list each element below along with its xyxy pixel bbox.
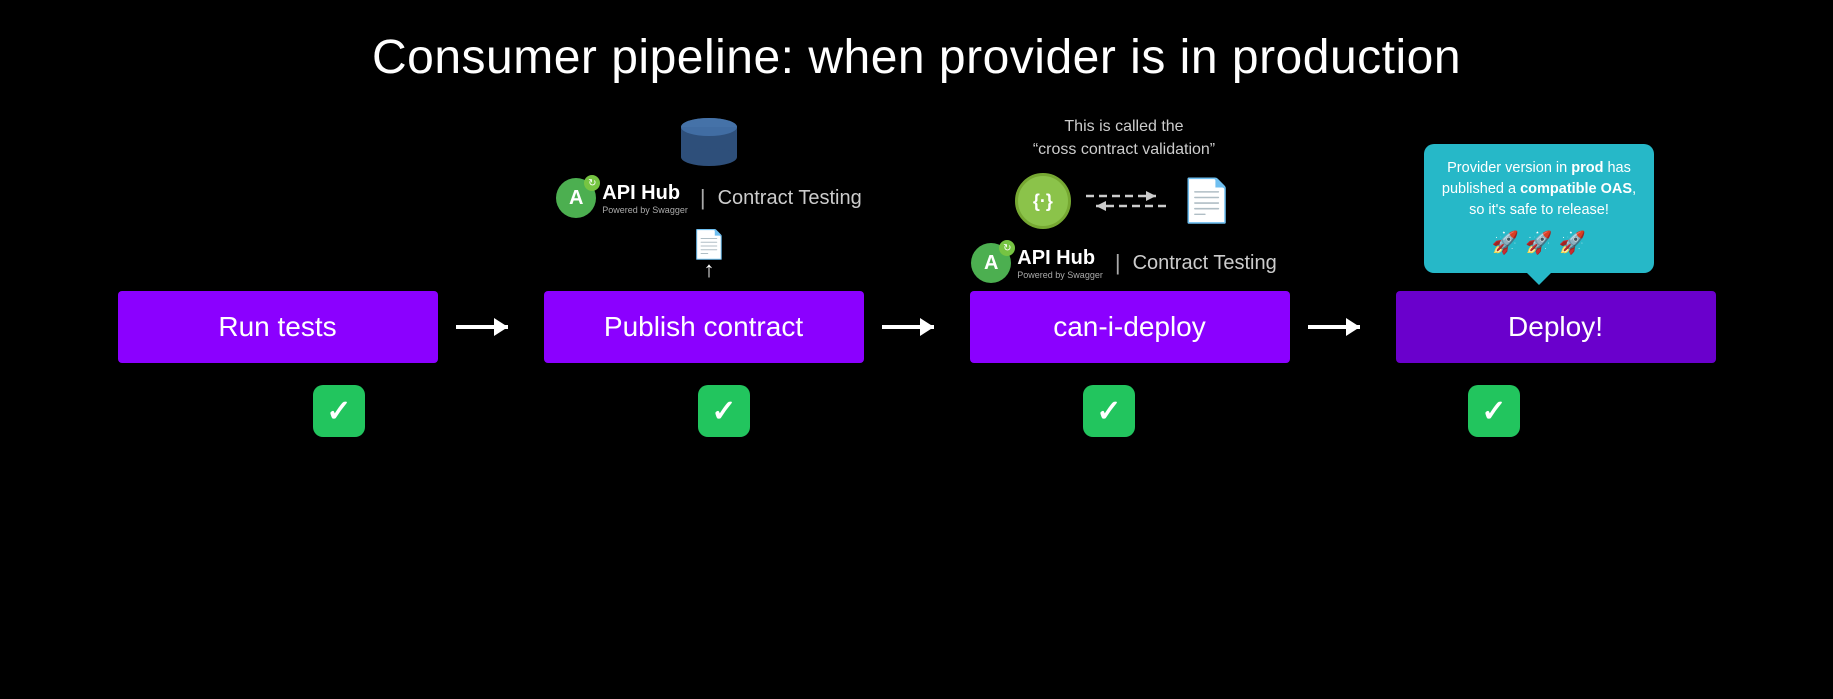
step-deploy: Deploy! [1396, 291, 1716, 363]
check-slot-1: ✓ [147, 385, 532, 437]
step-publish-contract: Publish contract [544, 291, 864, 363]
check-slot-2: ✓ [532, 385, 917, 437]
pipeline-steps: Run tests Publish contract can-i-deploy [67, 291, 1767, 363]
api-hub-badge: A ↻ [556, 178, 596, 218]
arrow-3 [1308, 312, 1378, 342]
cross-validation-text: This is called the “cross contract valid… [1033, 116, 1215, 161]
bubble-prod: prod [1571, 160, 1603, 176]
page-title: Consumer pipeline: when provider is in p… [372, 30, 1461, 85]
database-icon [679, 115, 739, 170]
upload-icon: 📄 ↑ [692, 228, 727, 283]
checkmark-3: ✓ [1083, 385, 1135, 437]
step-run-tests: Run tests [118, 291, 438, 363]
speech-bubble: Provider version in prod has published a… [1424, 144, 1654, 273]
api-hub-logo-2: A ↻ API Hub Powered by Swagger | Contrac… [971, 243, 1276, 283]
api-hub-logo: A ↻ API Hub Powered by Swagger | Contrac… [556, 178, 861, 218]
checkmarks-row: ✓ ✓ ✓ ✓ [67, 385, 1767, 437]
api-hub-badge-2: A ↻ [971, 243, 1011, 283]
checkmark-1: ✓ [313, 385, 365, 437]
annotation-publish-contract: A ↻ API Hub Powered by Swagger | Contrac… [502, 115, 917, 283]
annotation-deploy: Provider version in prod has published a… [1332, 144, 1747, 283]
annotation-can-i-deploy: This is called the “cross contract valid… [917, 116, 1332, 283]
rocket-row: 🚀 🚀 🚀 [1440, 227, 1638, 259]
pipeline-area: A ↻ API Hub Powered by Swagger | Contrac… [0, 115, 1833, 437]
checkmark-2: ✓ [698, 385, 750, 437]
arrow-2 [882, 312, 952, 342]
checkmark-4: ✓ [1468, 385, 1520, 437]
annotations-row: A ↻ API Hub Powered by Swagger | Contrac… [67, 115, 1767, 283]
arrow-1 [456, 312, 526, 342]
cross-validation-icons: {·} [1015, 173, 1233, 229]
swagger-hub-icon: {·} [1015, 173, 1071, 229]
bidirectional-arrow-svg [1081, 186, 1171, 216]
api-hub-text: API Hub Powered by Swagger [602, 182, 688, 215]
publish-annotation: A ↻ API Hub Powered by Swagger | Contrac… [556, 115, 861, 283]
dashed-arrows [1081, 186, 1171, 216]
step-can-i-deploy: can-i-deploy [970, 291, 1290, 363]
check-slot-3: ✓ [917, 385, 1302, 437]
check-slot-4: ✓ [1302, 385, 1687, 437]
doc-icon: 📄 [1181, 177, 1233, 226]
api-hub-text-2: API Hub Powered by Swagger [1017, 247, 1103, 280]
bubble-compatible-oas: compatible OAS [1520, 181, 1632, 197]
page: Consumer pipeline: when provider is in p… [0, 0, 1833, 699]
can-i-deploy-annotation: This is called the “cross contract valid… [971, 116, 1276, 283]
